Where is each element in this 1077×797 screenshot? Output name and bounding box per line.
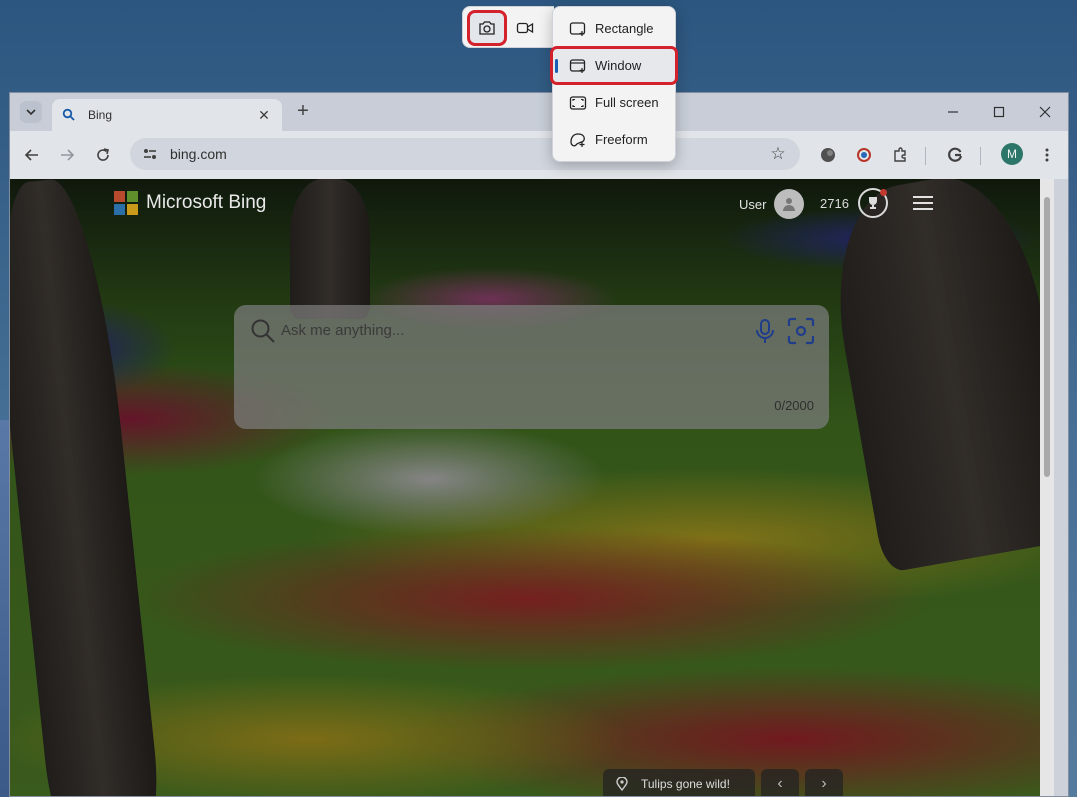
rewards-trophy-icon[interactable] (858, 188, 888, 218)
snip-mode-menu: Rectangle Window Full screen Freeform (550, 6, 678, 162)
tab-strip: Bing ✕ + (10, 93, 1068, 131)
menu-item-rectangle[interactable]: Rectangle (557, 12, 673, 45)
new-tab-button[interactable]: + (292, 101, 314, 123)
user-label: User (739, 196, 767, 212)
tab-bing[interactable]: Bing ✕ (52, 99, 282, 131)
menu-item-label: Freeform (595, 132, 648, 147)
fullscreen-snip-icon (569, 95, 587, 110)
camera-icon (479, 21, 495, 35)
user-signin[interactable]: User (739, 189, 805, 219)
address-bar[interactable]: bing.com ☆ (130, 138, 800, 170)
search-input[interactable]: Ask me anything... (281, 322, 404, 339)
tab-search-button[interactable] (20, 101, 42, 123)
image-caption[interactable]: Tulips gone wild! (603, 769, 755, 796)
reload-icon (97, 148, 109, 161)
close-icon (1039, 106, 1051, 118)
user-avatar-icon (774, 189, 805, 219)
screenshot-mode-button[interactable] (467, 10, 507, 46)
maximize-button[interactable] (976, 99, 1022, 125)
menu-item-full-screen[interactable]: Full screen (557, 86, 673, 119)
arrow-right-icon (61, 149, 75, 161)
close-window-button[interactable] (1022, 99, 1068, 125)
window-snip-icon (569, 58, 586, 73)
tab-title: Bing (88, 108, 113, 122)
menu-item-label: Full screen (595, 95, 659, 110)
browser-toolbar: bing.com ☆ M (10, 131, 1068, 179)
extension-color-icon[interactable] (852, 143, 876, 167)
google-icon[interactable] (943, 143, 967, 167)
menu-item-label: Rectangle (595, 21, 654, 36)
search-icon (62, 108, 75, 121)
tree-trunk (290, 179, 370, 319)
bing-logo-text: Microsoft Bing (146, 192, 267, 213)
reload-button[interactable] (91, 143, 115, 167)
menu-kebab-icon[interactable] (1035, 143, 1059, 167)
site-settings-icon (144, 149, 156, 159)
chevron-down-icon (26, 109, 36, 116)
extension-globe-icon[interactable] (816, 143, 840, 167)
toolbar-separator (980, 147, 981, 165)
tab-close-icon[interactable]: ✕ (256, 107, 272, 123)
video-camera-icon (516, 22, 534, 34)
search-box[interactable]: Ask me anything... 0/2000 (234, 305, 829, 429)
previous-image-button[interactable]: ‹ (761, 769, 799, 796)
tree-trunk (818, 179, 1054, 574)
scrollbar-thumb[interactable] (1044, 197, 1050, 477)
microsoft-logo-icon (114, 191, 138, 215)
minimize-button[interactable] (930, 99, 976, 125)
character-count: 0/2000 (774, 398, 814, 413)
location-pin-icon (616, 777, 628, 791)
menu-item-window[interactable]: Window (550, 46, 678, 85)
rectangle-snip-icon (569, 21, 586, 36)
bookmark-star-icon[interactable]: ☆ (766, 142, 790, 166)
bing-homepage: Microsoft Bing User 2716 Ask me anything… (10, 179, 1054, 796)
notification-dot (880, 189, 887, 196)
maximize-icon (993, 106, 1005, 118)
browser-window: Bing ✕ + bing.com ☆ M Microsoft Bing Use… (9, 92, 1069, 797)
page-scrollbar[interactable] (1040, 179, 1054, 796)
visual-search-icon[interactable] (787, 317, 815, 345)
menu-item-label: Window (595, 58, 642, 73)
tree-trunk (10, 179, 162, 796)
extensions-puzzle-icon[interactable] (888, 143, 912, 167)
minimize-icon (948, 111, 958, 113)
arrow-left-icon (24, 149, 38, 161)
next-image-button[interactable]: › (805, 769, 843, 796)
microphone-icon[interactable] (753, 318, 777, 344)
rewards-points[interactable]: 2716 (820, 196, 849, 211)
video-mode-button[interactable] (508, 13, 542, 43)
back-button[interactable] (20, 143, 44, 167)
search-icon (251, 319, 275, 343)
caption-text: Tulips gone wild! (641, 777, 730, 791)
forward-button[interactable] (55, 143, 79, 167)
snipping-toolbar (462, 6, 554, 48)
toolbar-separator (925, 147, 926, 165)
menu-item-freeform[interactable]: Freeform (557, 123, 673, 156)
bing-logo[interactable]: Microsoft Bing (114, 191, 266, 215)
hamburger-menu-icon[interactable] (913, 196, 933, 210)
url-text: bing.com (170, 146, 227, 162)
freeform-snip-icon (570, 132, 585, 147)
profile-avatar[interactable]: M (1001, 143, 1023, 165)
